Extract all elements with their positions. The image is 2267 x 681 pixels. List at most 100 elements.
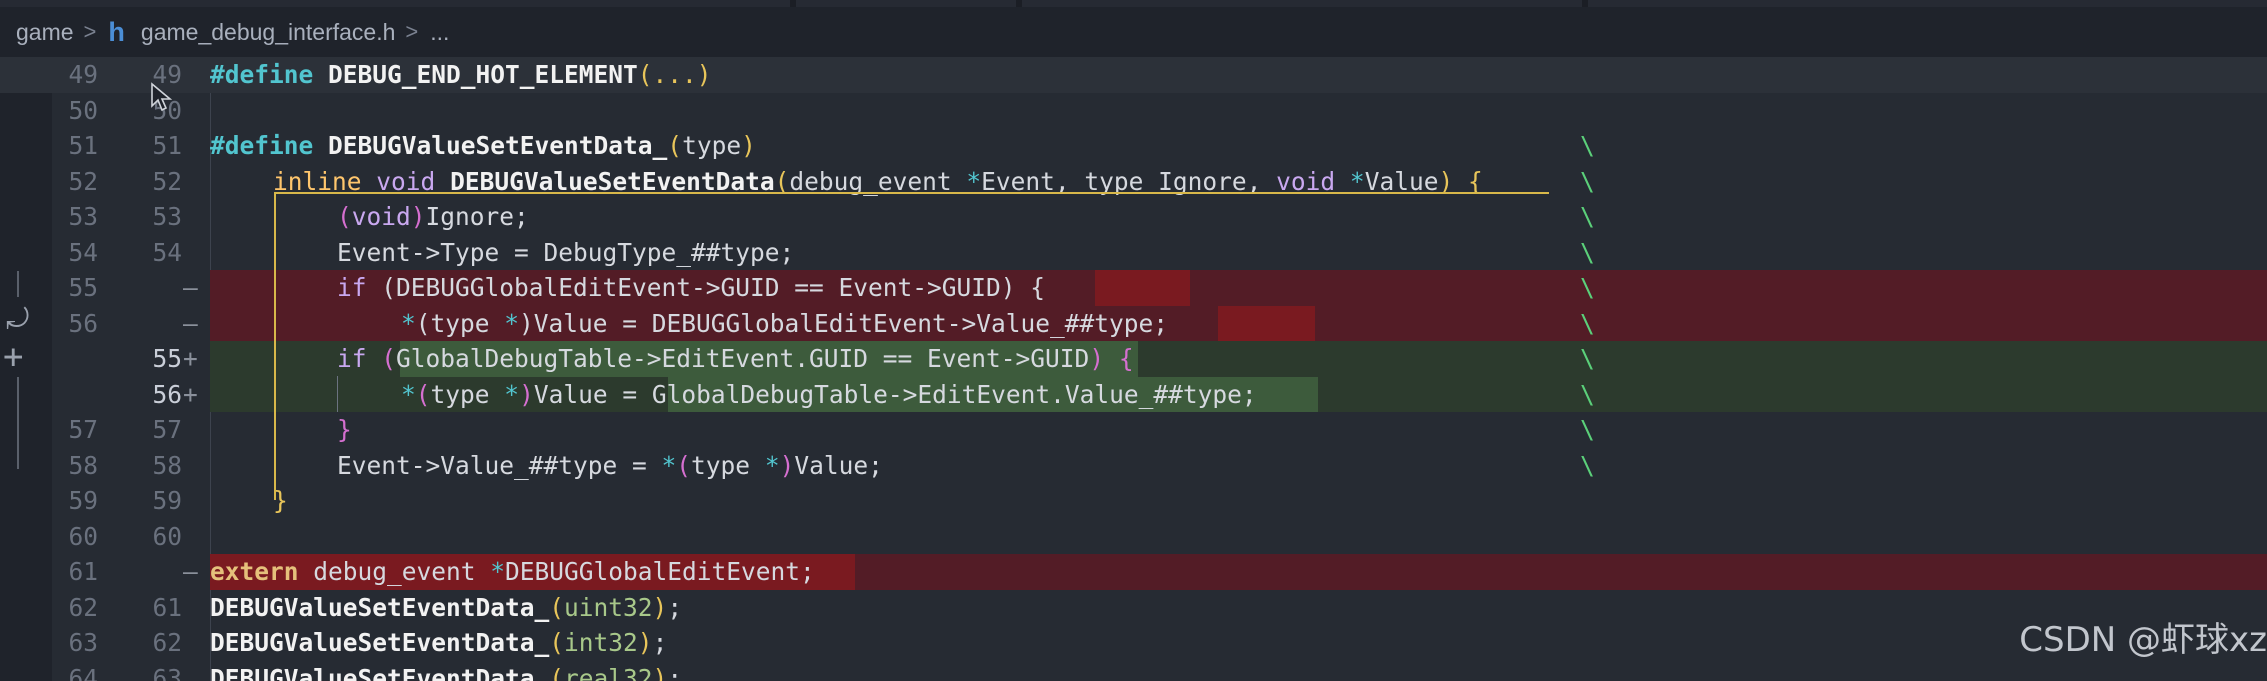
preprocessor-keyword: #define bbox=[210, 131, 314, 160]
code-line[interactable]: 49 49 #define DEBUG_END_HOT_ELEMENT(...) bbox=[0, 57, 2267, 93]
deleted-line[interactable]: 61 — extern debug_event *DEBUGGlobalEdit… bbox=[0, 554, 2267, 590]
keyword: if bbox=[337, 344, 367, 373]
tab-strip-segment bbox=[1022, 0, 1582, 7]
pointer: * bbox=[764, 450, 780, 480]
line-continuation: \ bbox=[1580, 273, 1595, 302]
code-text[interactable]: DEBUGValueSetEventData_(uint32); bbox=[210, 590, 2267, 626]
code-text[interactable] bbox=[210, 519, 2267, 555]
line-number-old: 62 bbox=[68, 592, 98, 622]
brace: } bbox=[337, 415, 352, 444]
line-number-old: 55 bbox=[68, 273, 98, 302]
code-line[interactable]: 64 63 DEBUGValueSetEventData_(real32); bbox=[0, 661, 2267, 681]
paren: ( bbox=[549, 663, 565, 681]
statement: Event->Value_##type = bbox=[337, 450, 662, 480]
keyword: extern bbox=[210, 557, 299, 586]
semicolon: ; bbox=[667, 592, 683, 622]
macro-name: DEBUG_END_HOT_ELEMENT bbox=[328, 60, 638, 89]
code-line[interactable]: 62 61 DEBUGValueSetEventData_(uint32); bbox=[0, 590, 2267, 626]
code-line[interactable]: 50 50 bbox=[0, 93, 2267, 129]
keyword: void bbox=[351, 202, 411, 231]
line-number-new: 56 bbox=[152, 379, 182, 409]
mouse-pointer-icon bbox=[151, 82, 173, 112]
paren: ( bbox=[381, 344, 397, 373]
line-number-old: 57 bbox=[68, 415, 98, 444]
pointer: * bbox=[661, 450, 677, 480]
code-text[interactable]: #define DEBUG_END_HOT_ELEMENT(...) bbox=[210, 57, 2267, 93]
macro-call: DEBUGValueSetEventData_ bbox=[210, 628, 550, 657]
line-number-old: 50 bbox=[68, 95, 98, 125]
paren: ( bbox=[549, 628, 565, 657]
code-line[interactable]: 53 53 (void)Ignore; \ bbox=[0, 199, 2267, 235]
paren: ( bbox=[676, 450, 692, 480]
macro-param: type bbox=[682, 131, 742, 160]
line-number-old: 53 bbox=[68, 202, 98, 231]
statement: Value = GlobalDebugTable->EditEvent.Valu… bbox=[533, 379, 1257, 409]
chevron-right-icon: > bbox=[83, 19, 97, 44]
indent-guide bbox=[337, 376, 338, 412]
bracket-guide-horizontal bbox=[274, 192, 1549, 194]
deleted-line[interactable]: 56 — *(type *)Value = DEBUGGlobalEditEve… bbox=[0, 305, 2267, 341]
macro-args: (...) bbox=[637, 60, 712, 89]
code-text[interactable]: extern debug_event *DEBUGGlobalEditEvent… bbox=[210, 554, 2267, 590]
pointer: * bbox=[490, 557, 506, 586]
code-line[interactable]: 63 62 DEBUGValueSetEventData_(int32); bbox=[0, 625, 2267, 661]
code-text[interactable]: if (GlobalDebugTable->EditEvent.GUID == … bbox=[210, 341, 2267, 377]
line-number-old: 59 bbox=[68, 486, 98, 515]
line-number-new: 61 bbox=[152, 592, 182, 622]
code-text[interactable]: Event->Value_##type = *(type *)Value; \ bbox=[210, 448, 2267, 484]
code-line[interactable]: 59 59 } bbox=[0, 483, 2267, 519]
deleted-line[interactable]: 55 — if (DEBUGGlobalEditEvent->GUID == E… bbox=[0, 270, 2267, 306]
code-text[interactable]: DEBUGValueSetEventData_(real32); bbox=[210, 661, 2267, 681]
code-editor[interactable]: ⤾ + 49 49 #define DEBUG_END_HOT_ELEMENT(… bbox=[0, 57, 2267, 681]
header-file-icon: h bbox=[108, 16, 125, 47]
code-text[interactable]: (void)Ignore; \ bbox=[210, 199, 2267, 235]
line-continuation: \ bbox=[1580, 308, 1595, 338]
breadcrumb-file[interactable]: game_debug_interface.h bbox=[141, 19, 395, 46]
breadcrumb-symbols[interactable]: ... bbox=[430, 19, 449, 46]
line-number-old: 49 bbox=[68, 60, 98, 89]
type-arg: int32 bbox=[564, 628, 638, 657]
code-line[interactable]: 51 51 #define DEBUGValueSetEventData_(ty… bbox=[0, 128, 2267, 164]
line-continuation: \ bbox=[1580, 166, 1595, 196]
added-line[interactable]: 55 + if (GlobalDebugTable->EditEvent.GUI… bbox=[0, 341, 2267, 377]
paren: ( bbox=[549, 592, 565, 622]
pointer: * bbox=[401, 308, 416, 338]
code-line[interactable]: 57 57 } \ bbox=[0, 412, 2267, 448]
line-number-new: 58 bbox=[152, 450, 182, 480]
code-text[interactable]: *(type *)Value = GlobalDebugTable->EditE… bbox=[210, 376, 2267, 412]
line-number-old: 63 bbox=[68, 628, 98, 657]
code-line[interactable]: 58 58 Event->Value_##type = *(type *)Val… bbox=[0, 448, 2267, 484]
statement: type bbox=[691, 450, 765, 480]
brace: { bbox=[1104, 344, 1134, 373]
line-number-new: 57 bbox=[152, 415, 182, 444]
code-line[interactable]: 54 54 Event->Type = DebugType_##type; \ bbox=[0, 235, 2267, 271]
statement: )Value = DEBUGGlobalEditEvent->Value_##t… bbox=[519, 308, 1169, 338]
line-number-old: 56 bbox=[68, 308, 98, 338]
keyword: if bbox=[337, 273, 367, 302]
code-text[interactable]: } bbox=[210, 483, 2267, 519]
statement: (DEBUGGlobalEditEvent->GUID == Event->GU… bbox=[366, 273, 1046, 302]
code-text[interactable]: if (DEBUGGlobalEditEvent->GUID == Event-… bbox=[210, 270, 2267, 306]
line-number-new: 63 bbox=[152, 663, 182, 681]
code-line[interactable]: 60 60 bbox=[0, 519, 2267, 555]
chevron-right-icon: > bbox=[405, 19, 419, 44]
breadcrumb-folder[interactable]: game bbox=[16, 19, 74, 46]
line-number-new: 52 bbox=[152, 166, 182, 196]
deleted-marker: — bbox=[183, 308, 198, 338]
paren: ) bbox=[741, 131, 756, 160]
paren: ) bbox=[637, 628, 653, 657]
added-marker: + bbox=[183, 344, 198, 373]
pointer: * bbox=[504, 379, 520, 409]
code-text[interactable]: } \ bbox=[210, 412, 2267, 448]
line-number-new: 54 bbox=[152, 237, 182, 267]
code-text[interactable]: *(type *)Value = DEBUGGlobalEditEvent->V… bbox=[210, 305, 2267, 341]
code-text[interactable] bbox=[210, 93, 2267, 129]
added-line[interactable]: 56 + *(type *)Value = GlobalDebugTable->… bbox=[0, 376, 2267, 412]
code-text[interactable]: Event->Type = DebugType_##type; \ bbox=[210, 235, 2267, 271]
code-text[interactable]: DEBUGValueSetEventData_(int32); bbox=[210, 625, 2267, 661]
line-number-old: 60 bbox=[68, 521, 98, 551]
code-text[interactable]: #define DEBUGValueSetEventData_(type) \ bbox=[210, 128, 2267, 164]
paren: ) bbox=[1089, 344, 1105, 373]
paren: ( bbox=[415, 379, 431, 409]
